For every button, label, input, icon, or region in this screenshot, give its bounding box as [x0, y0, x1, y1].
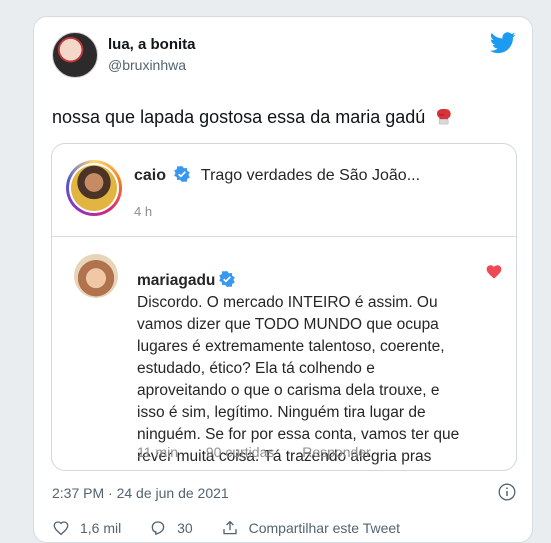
comment-username: mariagadu — [137, 272, 216, 289]
tweet-author[interactable]: lua, a bonita @bruxinhwa — [52, 30, 516, 80]
share-icon — [222, 520, 237, 535]
verified-badge-icon — [174, 166, 191, 182]
tweet-actions: 1,6 mil 30 Compartilhar este Tweet — [52, 519, 424, 540]
reply-button[interactable]: 30 — [149, 519, 193, 537]
comment-likes: 90 curtidas — [205, 444, 275, 460]
tweet-card: lua, a bonita @bruxinhwa nossa que lapad… — [33, 16, 533, 543]
author-avatar[interactable] — [52, 32, 98, 78]
heart-icon — [486, 265, 502, 279]
author-handle[interactable]: @bruxinhwa — [108, 57, 196, 74]
comment-time: 11 min — [137, 444, 178, 460]
twitter-logo-icon[interactable] — [490, 32, 516, 54]
reply-label: Responder — [302, 444, 371, 460]
like-icon — [53, 521, 69, 536]
like-count: 1,6 mil — [80, 520, 122, 536]
tweet-text-content: nossa que lapada gostosa essa da maria g… — [52, 107, 426, 127]
story-avatar-ring — [66, 160, 122, 216]
share-button[interactable]: Compartilhar este Tweet — [221, 519, 400, 537]
instagram-story-row: caio Trago verdades de São João... 4 h — [66, 158, 502, 219]
reply-icon — [151, 521, 165, 536]
story-meta: caio Trago verdades de São João... — [134, 166, 420, 185]
instagram-comment: mariagadu Discordo. O mercado INTEIRO é … — [66, 248, 502, 470]
story-avatar — [71, 165, 117, 211]
comment-body: mariagadu Discordo. O mercado INTEIRO é … — [137, 248, 467, 470]
tweet-text: nossa que lapada gostosa essa da maria g… — [52, 107, 452, 128]
tweet-timestamp[interactable]: 2:37 PM · 24 de jun de 2021 — [52, 485, 229, 501]
share-label: Compartilhar este Tweet — [248, 520, 401, 536]
boxing-glove-icon — [437, 109, 451, 125]
story-caption: Trago verdades de São João... — [200, 167, 421, 184]
divider — [52, 236, 516, 237]
reply-count: 30 — [177, 520, 193, 536]
comment-avatar — [74, 254, 118, 298]
story-username: caio — [134, 167, 167, 184]
story-time: 4 h — [134, 204, 153, 219]
comment-actions: 11 min 90 curtidas Responder — [137, 444, 395, 460]
verified-badge-icon — [219, 271, 236, 287]
quoted-instagram-screenshot[interactable]: caio Trago verdades de São João... 4 h m… — [51, 143, 517, 471]
like-button[interactable]: 1,6 mil — [52, 519, 121, 537]
author-info[interactable]: lua, a bonita @bruxinhwa — [108, 36, 196, 74]
author-display-name[interactable]: lua, a bonita — [108, 36, 196, 54]
info-icon[interactable] — [498, 483, 516, 501]
